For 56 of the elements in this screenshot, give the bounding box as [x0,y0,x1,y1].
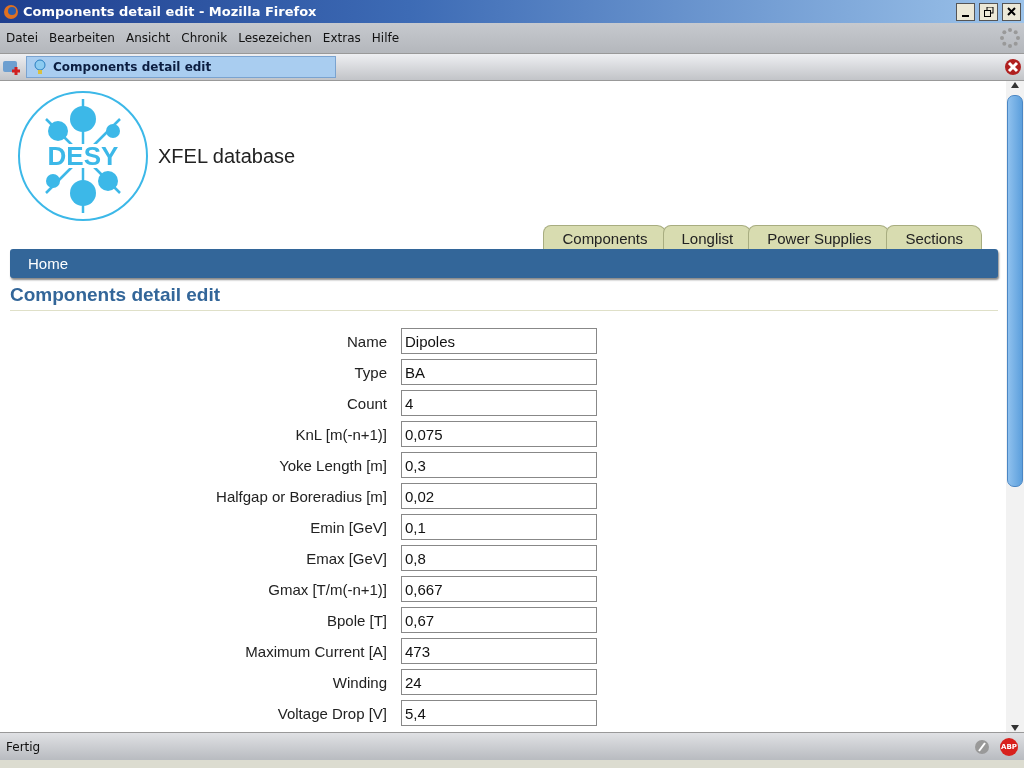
menu-item[interactable]: Bearbeiten [46,31,123,45]
field-label: Winding [331,673,387,691]
status-text: Fertig [6,739,42,754]
nav-tab[interactable]: Sections [886,225,982,249]
field-label: Voltage Drop [V] [276,704,387,722]
browser-tab[interactable]: Components detail edit [26,56,336,78]
close-tab-icon[interactable] [1004,58,1022,76]
close-button[interactable] [1002,2,1021,21]
firefox-icon [3,3,19,20]
throbber-icon [999,27,1021,49]
field-label: Count [345,394,387,412]
scrollbar[interactable] [1006,81,1024,732]
field-label: Halfgap or Boreradius [m] [215,487,387,505]
bulb-icon [33,59,47,75]
field-label: Emax [GeV] [305,549,387,567]
menu-item[interactable]: Chronik [178,31,236,45]
input-field[interactable]: 0,075 [401,421,597,447]
input-field[interactable]: 4 [401,390,597,416]
menu-item[interactable]: Extras [319,31,369,45]
restore-button[interactable] [979,2,998,21]
window-title: Components detail edit - Mozilla Firefox [23,4,318,19]
site-title: XFEL database [158,144,296,168]
field-label: Gmax [T/m(-n+1)] [267,580,387,598]
input-field[interactable]: 0,67 [401,607,597,633]
scrollbar-thumb[interactable] [1007,95,1023,487]
slash-icon [974,738,990,755]
input-field[interactable]: 0,3 [401,452,597,478]
minimize-icon [962,14,969,17]
menu-item[interactable]: Lesezeichen [235,31,320,45]
field-label: Yoke Length [m] [278,456,387,474]
menu-item[interactable]: Datei [3,31,46,45]
field-label: Maximum Current [A] [244,642,387,660]
field-label: Name [346,332,387,350]
desy-logo: DESY [16,89,150,223]
browser-tab-title: Components detail edit [53,60,212,74]
field-label: Emin [GeV] [309,518,387,536]
restore-icon [983,6,994,17]
input-field[interactable]: 0,667 [401,576,597,602]
minimize-button[interactable] [956,2,975,21]
input-field[interactable]: BA [401,359,597,385]
input-field[interactable]: 0,02 [401,483,597,509]
input-field[interactable]: Dipoles [401,328,597,354]
menu-item[interactable]: Ansicht [122,31,179,45]
new-tab-icon[interactable] [2,58,22,76]
home-link[interactable]: Home [28,255,68,272]
input-field[interactable]: 0,1 [401,514,597,540]
input-field[interactable]: 0,8 [401,545,597,571]
close-icon [1007,7,1016,16]
input-field[interactable]: 24 [401,669,597,695]
page-title: Components detail edit [10,284,998,311]
menu-item[interactable]: Hilfe [368,31,408,45]
field-label: Bpole [T] [325,611,387,629]
field-label: KnL [m(-n+1)] [294,425,387,443]
input-field[interactable]: 5,4 [401,700,597,726]
input-field[interactable]: 473 [401,638,597,664]
field-label: Type [353,363,387,381]
